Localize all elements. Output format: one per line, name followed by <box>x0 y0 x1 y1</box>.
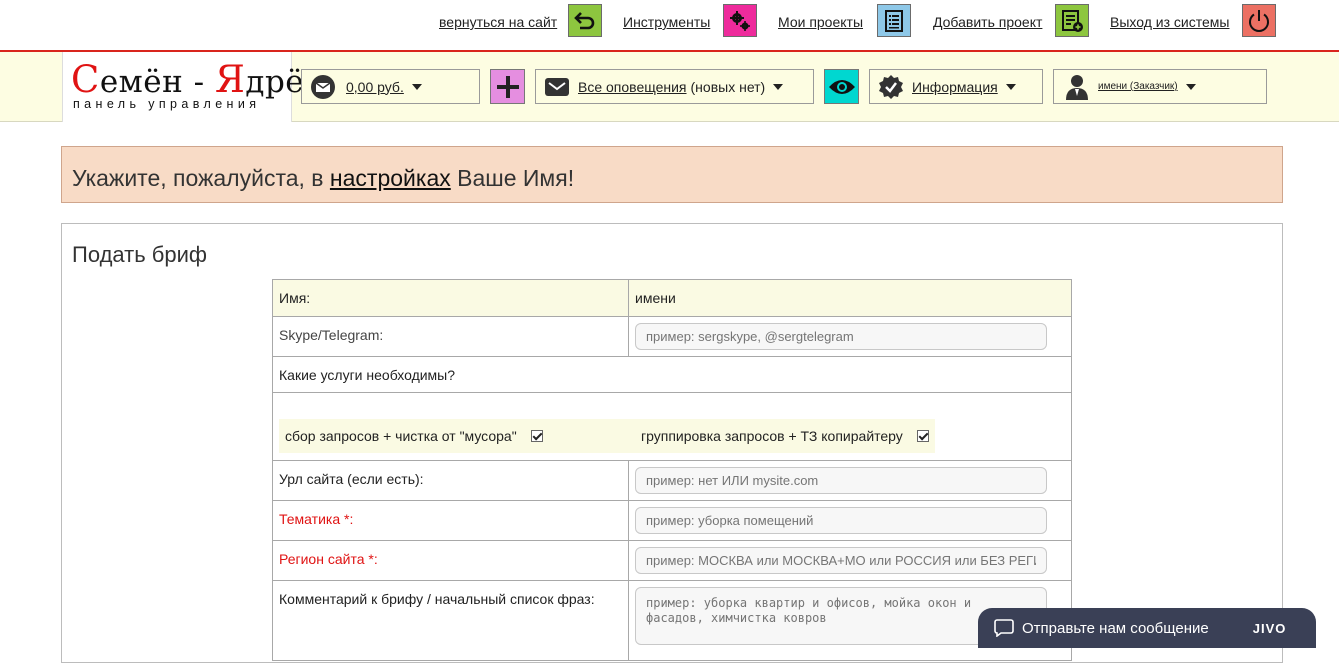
add-project-link[interactable]: Добавить проект <box>933 14 1042 30</box>
user-dropdown[interactable]: имени (Заказчик) <box>1053 69 1267 104</box>
brief-form: Имя: имени Skype/Telegram: Какие услуги … <box>272 279 1072 661</box>
mail-icon <box>545 77 569 96</box>
add-button[interactable] <box>490 69 525 104</box>
chevron-down-icon <box>773 83 784 90</box>
service-collect-checkbox[interactable] <box>530 430 543 442</box>
region-label: Регион сайта *: <box>272 540 629 581</box>
notifications-dropdown[interactable]: Все оповещения (новых нет) <box>535 69 814 104</box>
plus-icon <box>496 75 519 98</box>
logout-link[interactable]: Выход из системы <box>1110 14 1229 30</box>
my-projects-button[interactable] <box>877 4 911 37</box>
top-navigation: вернуться на сайт Инструменты Мои проект… <box>0 0 1339 50</box>
user-label: имени (Заказчик) <box>1098 81 1178 92</box>
skype-label: Skype/Telegram: <box>272 316 629 357</box>
services-label: Какие услуги необходимы? <box>272 356 1072 393</box>
list-icon <box>885 9 903 32</box>
region-input[interactable] <box>635 547 1047 574</box>
chat-brand: JIVO <box>1252 620 1287 636</box>
url-input[interactable] <box>635 467 1047 494</box>
back-to-site-link[interactable]: вернуться на сайт <box>439 14 557 30</box>
comment-label: Комментарий к брифу / начальный список ф… <box>272 580 629 661</box>
gears-icon <box>730 10 750 31</box>
balance-dropdown[interactable]: 0,00 руб. <box>301 69 480 104</box>
name-alert: Укажите, пожалуйста, в настройках Ваше И… <box>61 146 1283 203</box>
back-to-site-button[interactable] <box>568 4 602 37</box>
chevron-down-icon <box>1185 83 1196 90</box>
power-icon <box>1249 9 1269 32</box>
topic-input[interactable] <box>635 507 1047 534</box>
name-label: Имя: <box>272 279 629 317</box>
logo-title: Семён - Ядрён <box>71 58 326 101</box>
my-projects-link[interactable]: Мои проекты <box>778 14 863 30</box>
settings-link[interactable]: настройках <box>330 165 451 191</box>
eye-icon <box>828 79 855 94</box>
service-group-checkbox[interactable] <box>916 430 929 442</box>
chat-bubble-icon <box>994 619 1014 637</box>
service-collect-option[interactable]: сбор запросов + чистка от "мусора" <box>279 419 635 453</box>
topic-label: Тематика *: <box>272 500 629 541</box>
tools-link[interactable]: Инструменты <box>623 14 710 30</box>
url-label: Урл сайта (если есть): <box>272 460 629 501</box>
info-label: Информация <box>912 78 998 95</box>
logo-subtitle: панель управления <box>73 97 261 111</box>
services-options: сбор запросов + чистка от "мусора" групп… <box>279 419 1065 453</box>
balance-label: 0,00 руб. <box>346 78 404 95</box>
logout-button[interactable] <box>1242 4 1276 37</box>
chevron-down-icon <box>1005 83 1016 90</box>
user-icon <box>1066 74 1088 100</box>
site-logo[interactable]: Семён - Ядрён панель управления <box>62 52 325 122</box>
add-project-button[interactable] <box>1055 4 1089 37</box>
chat-widget[interactable]: Отправьте нам сообщение JIVO <box>978 608 1316 648</box>
service-group-option[interactable]: группировка запросов + ТЗ копирайтеру <box>635 419 935 453</box>
name-value: имени <box>628 279 1072 317</box>
notifications-count: (новых нет) <box>690 78 766 95</box>
envelope-icon <box>311 74 335 99</box>
back-arrow-icon <box>574 11 595 29</box>
add-list-icon <box>1062 9 1083 32</box>
view-button[interactable] <box>824 69 859 104</box>
chat-label: Отправьте нам сообщение <box>1022 619 1209 637</box>
tools-button[interactable] <box>723 4 757 37</box>
chevron-down-icon <box>411 83 422 90</box>
check-badge-icon <box>879 74 903 99</box>
skype-input[interactable] <box>635 323 1047 350</box>
notifications-label: Все оповещения <box>578 78 687 95</box>
page-title: Подать бриф <box>72 242 208 267</box>
info-dropdown[interactable]: Информация <box>869 69 1043 104</box>
